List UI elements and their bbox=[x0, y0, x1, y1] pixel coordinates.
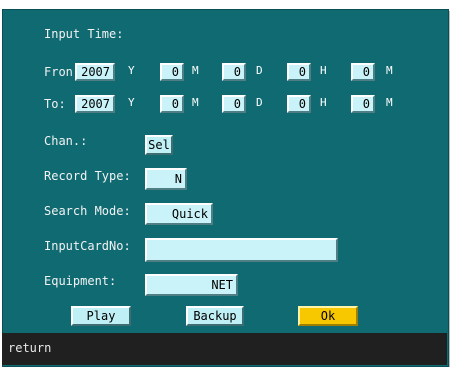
input-card-label: InputCardNo: bbox=[44, 239, 131, 253]
from-minute-unit: M bbox=[386, 64, 393, 77]
equipment-label: Equipment: bbox=[44, 274, 117, 288]
channel-select-button[interactable]: Sel bbox=[145, 135, 173, 155]
record-type-label: Record Type: bbox=[44, 169, 131, 183]
from-label: Fron bbox=[44, 65, 73, 79]
to-month-unit: M bbox=[192, 96, 199, 109]
from-month-unit: M bbox=[192, 64, 199, 77]
from-hour-unit: H bbox=[320, 64, 327, 77]
from-day-field[interactable]: 0 bbox=[222, 63, 246, 81]
input-time-label: Input Time: bbox=[44, 27, 124, 41]
to-hour-field[interactable]: 0 bbox=[287, 95, 311, 113]
to-label: To: bbox=[44, 97, 66, 111]
to-day-unit: D bbox=[256, 96, 263, 109]
equipment-field[interactable]: NET bbox=[145, 274, 238, 296]
play-button[interactable]: Play bbox=[71, 306, 131, 326]
from-minute-field[interactable]: 0 bbox=[351, 63, 375, 81]
record-type-field[interactable]: N bbox=[145, 168, 187, 190]
status-bar: return bbox=[2, 333, 447, 365]
ok-button[interactable]: Ok bbox=[298, 306, 358, 326]
to-minute-unit: M bbox=[386, 96, 393, 109]
to-hour-unit: H bbox=[320, 96, 327, 109]
to-month-field[interactable]: 0 bbox=[160, 95, 184, 113]
to-year-field[interactable]: 2007 bbox=[75, 95, 115, 113]
to-year-unit: Y bbox=[128, 96, 135, 109]
backup-button[interactable]: Backup bbox=[186, 306, 244, 326]
from-month-field[interactable]: 0 bbox=[160, 63, 184, 81]
from-year-unit: Y bbox=[128, 64, 135, 77]
to-minute-field[interactable]: 0 bbox=[351, 95, 375, 113]
from-day-unit: D bbox=[256, 64, 263, 77]
input-card-field[interactable] bbox=[145, 238, 338, 262]
to-day-field[interactable]: 0 bbox=[222, 95, 246, 113]
from-hour-field[interactable]: 0 bbox=[287, 63, 311, 81]
channel-label: Chan.: bbox=[44, 134, 88, 148]
search-mode-label: Search Mode: bbox=[44, 204, 131, 218]
from-year-field[interactable]: 2007 bbox=[75, 63, 115, 81]
search-mode-field[interactable]: Quick bbox=[145, 203, 213, 225]
